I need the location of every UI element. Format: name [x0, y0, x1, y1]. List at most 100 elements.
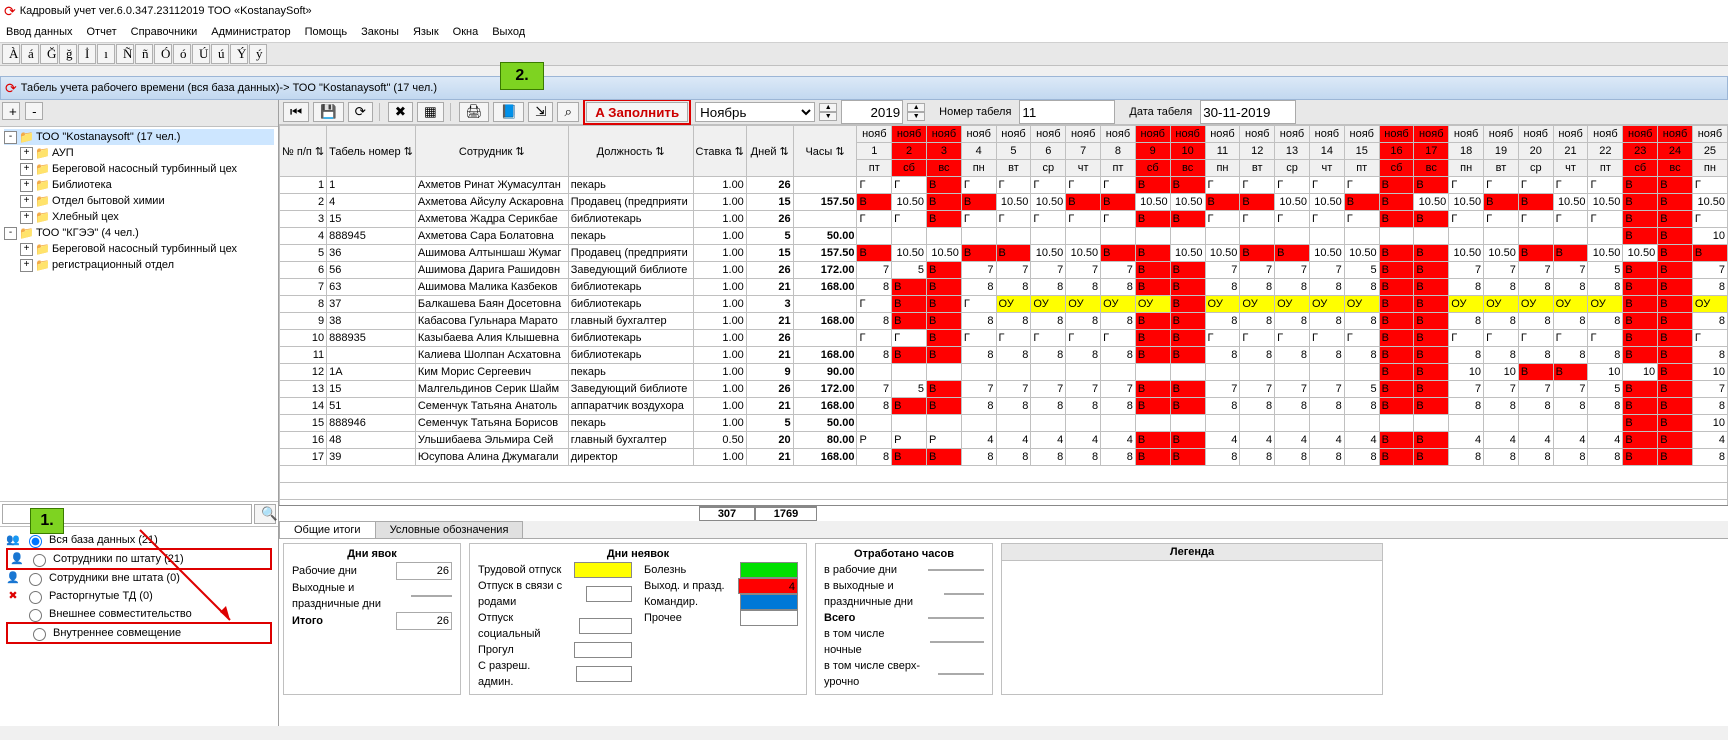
expand-icon[interactable]: + [20, 243, 33, 256]
month-select[interactable]: Ноябрь [695, 102, 815, 122]
table-row[interactable]: 11Калиева Шолпан Асхатовнабиблиотекарь1.… [280, 347, 1728, 364]
tree-expand-button[interactable]: + [2, 102, 20, 120]
tab-number-input[interactable] [1019, 100, 1115, 124]
callout-1: 1. [30, 508, 64, 534]
charbar: ÀáĞğİıÑñÓóÚúÝý [0, 43, 1728, 66]
char-button[interactable]: Ó [154, 44, 172, 64]
menu-Окна[interactable]: Окна [453, 26, 479, 38]
menu-Отчет[interactable]: Отчет [87, 26, 117, 38]
expand-icon[interactable]: + [20, 195, 33, 208]
month-spinner[interactable]: ▲▼ [819, 103, 837, 121]
tree-node[interactable]: +📁Береговой насосный турбинный цех [20, 241, 274, 257]
timesheet-grid[interactable]: № п/п ⇅Табель номер ⇅Сотрудник ⇅Должност… [279, 125, 1728, 506]
tab-date-input[interactable] [1200, 100, 1296, 124]
menu-Ввод данных[interactable]: Ввод данных [6, 26, 73, 38]
left-toolbar: + - [0, 100, 278, 127]
folder-icon: 📁 [35, 209, 50, 225]
char-button[interactable]: Ú [192, 44, 210, 64]
expand-icon[interactable]: + [20, 147, 33, 160]
menu-Справочники[interactable]: Справочники [131, 26, 198, 38]
char-button[interactable]: Ñ [116, 44, 134, 64]
tree-node[interactable]: +📁Библиотека [20, 177, 274, 193]
tree-label: Библиотека [52, 177, 112, 193]
char-button[interactable]: ú [211, 44, 229, 64]
folder-icon: 📁 [35, 193, 50, 209]
table-row[interactable]: 1451Семенчук Татьяна Анатольаппаратчик в… [280, 398, 1728, 415]
char-button[interactable]: İ [78, 44, 96, 64]
book-button[interactable]: 📘 [493, 102, 524, 122]
absence-panel: Дни неявок Трудовой отпуск Отпуск в связ… [469, 543, 807, 695]
table-row[interactable]: 938Кабасова Гульнара Маратоглавный бухга… [280, 313, 1728, 330]
char-button[interactable]: ó [173, 44, 191, 64]
tab-legend[interactable]: Условные обозначения [375, 521, 524, 538]
tree-label: ТОО "КГЭЭ" (4 чел.) [36, 225, 139, 241]
export-button[interactable]: ⇲ [528, 102, 553, 122]
fill-button[interactable]: A Заполнить [586, 102, 688, 122]
reload-icon: ⟳ [5, 80, 17, 97]
char-button[interactable]: ñ [135, 44, 153, 64]
menu-Выход[interactable]: Выход [492, 26, 525, 38]
expand-icon[interactable]: - [4, 227, 17, 240]
refresh-button[interactable]: ⟳ [348, 102, 373, 122]
expand-icon[interactable]: - [4, 131, 17, 144]
char-button[interactable]: ğ [59, 44, 77, 64]
char-button[interactable]: Ğ [40, 44, 58, 64]
menu-Администратор[interactable]: Администратор [211, 26, 290, 38]
expand-icon[interactable]: + [20, 211, 33, 224]
callout-2: 2. [500, 62, 544, 90]
tree-node[interactable]: +📁Отдел бытовой химии [20, 193, 274, 209]
table-row[interactable]: 121АКим Морис Сергеевичпекарь1.00990.00В… [280, 364, 1728, 381]
nav-first-button[interactable]: ⏮ [283, 102, 309, 122]
totals-row: 307 1769 [699, 506, 817, 521]
save-button[interactable]: 💾 [313, 102, 344, 122]
folder-icon: 📁 [35, 257, 50, 273]
table-row[interactable]: 1648Ульшибаева Эльмира Сейглавный бухгал… [280, 432, 1728, 449]
print-button[interactable]: 🖨 [459, 102, 490, 122]
delete-button[interactable]: ✖ [388, 102, 413, 122]
char-button[interactable]: À [2, 44, 20, 64]
year-spinner[interactable]: ▲▼ [907, 103, 925, 121]
menu-Помощь[interactable]: Помощь [305, 26, 348, 38]
tree-collapse-button[interactable]: - [25, 102, 43, 120]
year-input[interactable] [841, 100, 903, 124]
table-row[interactable]: 1315Малгельдинов Серик ШаймЗаведующий би… [280, 381, 1728, 398]
folder-icon: 📁 [35, 145, 50, 161]
table-row[interactable]: 763Ашимова Малика Казбековбиблиотекарь1.… [280, 279, 1728, 296]
folder-icon: 📁 [35, 161, 50, 177]
expand-icon[interactable]: + [20, 259, 33, 272]
org-tree: -📁ТОО "Kostanaysoft" (17 чел.)+📁АУП+📁Бер… [0, 127, 278, 501]
tree-label: Хлебный цех [52, 209, 119, 225]
filter-button[interactable]: ⌕ [557, 102, 579, 122]
menu-Законы[interactable]: Законы [361, 26, 399, 38]
table-row[interactable]: 536Ашимова Алтыншаш ЖумагПродавец (предп… [280, 245, 1728, 262]
table-row[interactable]: 4888945Ахметова Сара Болатовнапекарь1.00… [280, 228, 1728, 245]
char-button[interactable]: á [21, 44, 39, 64]
tab-totals[interactable]: Общие итоги [279, 521, 376, 538]
tree-node[interactable]: +📁Хлебный цех [20, 209, 274, 225]
table-row[interactable]: 1739Юсупова Алина Джумагалидиректор1.002… [280, 449, 1728, 466]
tree-node[interactable]: +📁Береговой насосный турбинный цех [20, 161, 274, 177]
tree-label: Береговой насосный турбинный цех [52, 241, 237, 257]
expand-icon[interactable]: + [20, 163, 33, 176]
tree-label: Отдел бытовой химии [52, 193, 165, 209]
table-row[interactable]: 10888935Казыбаева Алия Клышевнабиблиотек… [280, 330, 1728, 347]
reload-icon: ⟳ [4, 3, 16, 20]
tree-node[interactable]: -📁ТОО "Kostanaysoft" (17 чел.) [4, 129, 274, 145]
tree-node[interactable]: +📁АУП [20, 145, 274, 161]
char-button[interactable]: ı [97, 44, 115, 64]
tree-node[interactable]: -📁ТОО "КГЭЭ" (4 чел.) [4, 225, 274, 241]
subwindow-title: Табель учета рабочего времени (вся база … [21, 82, 437, 94]
table-row[interactable]: 837Балкашева Баян Досетовнабиблиотекарь1… [280, 296, 1728, 313]
menu-Язык[interactable]: Язык [413, 26, 439, 38]
tree-node[interactable]: +📁регистрационный отдел [20, 257, 274, 273]
table-row[interactable]: 656Ашимова Дарига РашидовнЗаведующий биб… [280, 262, 1728, 279]
grid-button[interactable]: ▦ [417, 102, 444, 122]
subwindow-titlebar: ⟳ Табель учета рабочего времени (вся баз… [0, 76, 1728, 100]
table-row[interactable]: 315Ахметова Жадра Серикбаебиблиотекарь1.… [280, 211, 1728, 228]
table-row[interactable]: 15888946Семенчук Татьяна Борисовпекарь1.… [280, 415, 1728, 432]
table-row[interactable]: 11Ахметов Ринат Жумасултанпекарь1.0026ГГ… [280, 177, 1728, 194]
char-button[interactable]: Ý [230, 44, 248, 64]
char-button[interactable]: ý [249, 44, 267, 64]
expand-icon[interactable]: + [20, 179, 33, 192]
table-row[interactable]: 24Ахметова Айсулу АскаровнаПродавец (пре… [280, 194, 1728, 211]
